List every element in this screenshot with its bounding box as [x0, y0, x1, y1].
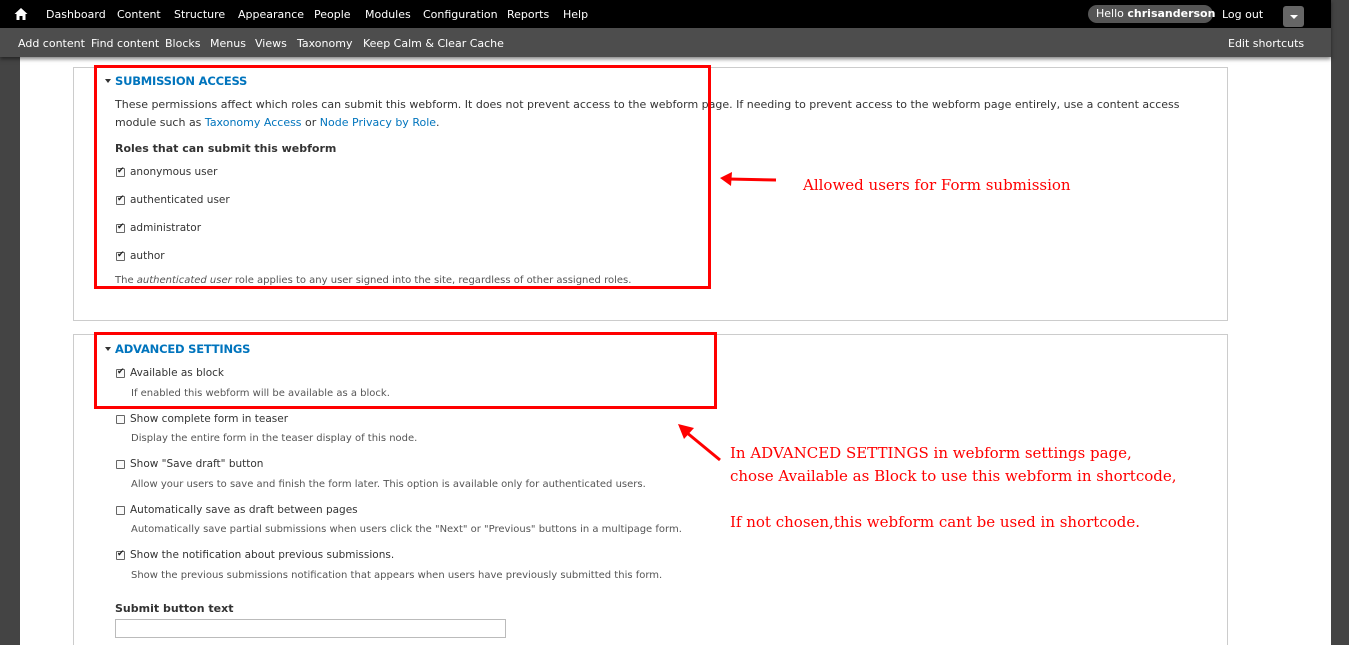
- annotation-allowed-users: Allowed users for Form submission: [803, 176, 1071, 194]
- previous-submissions-label[interactable]: Show the notification about previous sub…: [130, 549, 394, 561]
- user-greeting[interactable]: Hello chrisanderson: [1088, 5, 1216, 23]
- save-draft-label[interactable]: Show "Save draft" button: [130, 458, 263, 470]
- submit-button-text-heading: Submit button text: [115, 602, 234, 615]
- annotation-arrow-diagonal-icon: [678, 424, 721, 462]
- save-draft-description: Allow your users to save and finish the …: [131, 479, 646, 490]
- menu-modules[interactable]: Modules: [365, 8, 411, 21]
- edit-shortcuts-link[interactable]: Edit shortcuts: [1228, 37, 1304, 50]
- show-complete-form-checkbox[interactable]: [116, 415, 125, 424]
- previous-submissions-description: Show the previous submissions notificati…: [131, 570, 663, 581]
- menu-configuration[interactable]: Configuration: [423, 8, 498, 21]
- shortcut-blocks[interactable]: Blocks: [165, 37, 200, 50]
- shortcut-views[interactable]: Views: [255, 37, 287, 50]
- previous-submissions-checkbox[interactable]: [116, 549, 125, 560]
- shortcut-find-content[interactable]: Find content: [91, 37, 159, 50]
- menu-content[interactable]: Content: [117, 8, 161, 21]
- page-background-edge: [1331, 0, 1349, 645]
- show-complete-form-description: Display the entire form in the teaser di…: [131, 433, 418, 444]
- annotation-advanced-line2: chose Available as Block to use this web…: [730, 467, 1177, 485]
- admin-menu-bar: Dashboard Content Structure Appearance P…: [0, 0, 1331, 28]
- submit-button-text-input[interactable]: [115, 619, 506, 638]
- auto-save-draft-label[interactable]: Automatically save as draft between page…: [130, 504, 358, 516]
- shortcut-clear-cache[interactable]: Keep Calm & Clear Cache: [363, 37, 504, 50]
- home-icon[interactable]: [13, 6, 29, 22]
- admin-toolbar: Dashboard Content Structure Appearance P…: [0, 0, 1331, 57]
- menu-help[interactable]: Help: [563, 8, 588, 21]
- shortcuts-toggle-button[interactable]: [1283, 6, 1304, 27]
- username: chrisanderson: [1127, 7, 1216, 20]
- annotation-advanced-line3: If not chosen,this webform cant be used …: [730, 513, 1140, 531]
- menu-people[interactable]: People: [314, 8, 351, 21]
- shortcut-menus[interactable]: Menus: [210, 37, 246, 50]
- menu-structure[interactable]: Structure: [174, 8, 225, 21]
- auto-save-draft-checkbox[interactable]: [116, 506, 125, 515]
- greeting-prefix: Hello: [1096, 7, 1128, 20]
- annotation-arrow-left-icon: [720, 172, 777, 186]
- annotation-advanced-line1: In ADVANCED SETTINGS in webform settings…: [730, 444, 1132, 462]
- annotation-box-advanced-settings: [94, 332, 717, 409]
- auto-save-draft-description: Automatically save partial submissions w…: [131, 524, 682, 535]
- annotation-box-submission-access: [94, 65, 711, 289]
- show-complete-form-label[interactable]: Show complete form in teaser: [130, 413, 288, 425]
- menu-dashboard[interactable]: Dashboard: [46, 8, 106, 21]
- logout-link[interactable]: Log out: [1222, 8, 1263, 21]
- chevron-down-icon: [1290, 15, 1298, 19]
- shortcut-taxonomy[interactable]: Taxonomy: [297, 37, 352, 50]
- shortcut-add-content[interactable]: Add content: [18, 37, 85, 50]
- save-draft-checkbox[interactable]: [116, 460, 125, 469]
- menu-appearance[interactable]: Appearance: [238, 8, 304, 21]
- menu-reports[interactable]: Reports: [507, 8, 549, 21]
